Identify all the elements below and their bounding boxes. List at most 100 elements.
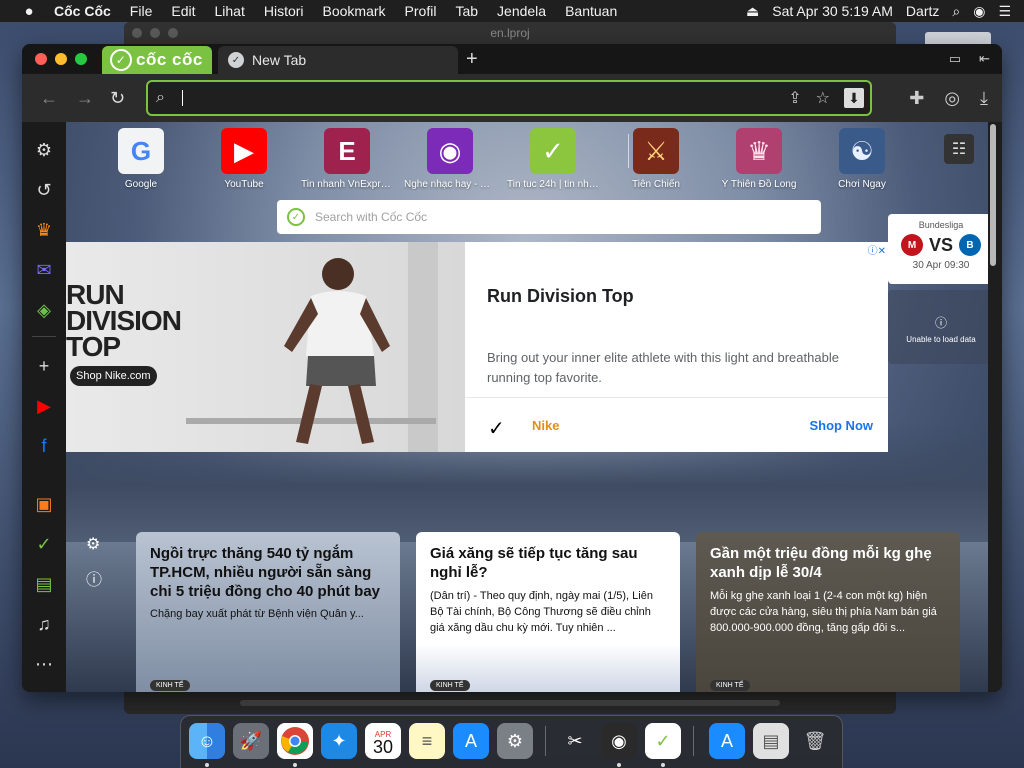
vertical-scrollbar[interactable] <box>990 124 996 266</box>
downloads-icon[interactable]: ⤓ <box>980 88 988 109</box>
shopping-bag-icon[interactable]: ▣ <box>32 492 56 516</box>
news-title[interactable]: Giá xăng sẽ tiếp tục tăng sau nghỉ lễ? <box>430 544 668 582</box>
coccoc-sidebar-icon[interactable]: ✓ <box>32 532 56 556</box>
spotlight-icon[interactable]: ⌕ <box>952 3 960 20</box>
settings-gear-icon[interactable]: ⚙ <box>32 138 56 162</box>
control-center-icon[interactable]: ☰ <box>998 3 1011 20</box>
more-options-icon[interactable]: ⋯ <box>32 652 56 676</box>
ad-brand[interactable]: Nike <box>532 418 559 433</box>
bookmark-star-icon[interactable]: ☆ <box>816 88 830 108</box>
messenger-icon[interactable]: ✉ <box>32 258 56 282</box>
menu-user[interactable]: Dartz <box>906 3 939 19</box>
horizontal-scrollbar[interactable] <box>240 700 780 706</box>
profile-icon[interactable]: ◎ <box>944 88 960 109</box>
menu-bookmark[interactable]: Bookmark <box>323 3 386 19</box>
window-controls <box>35 53 87 65</box>
chrome-icon[interactable] <box>277 723 313 759</box>
back-arrow-icon[interactable]: ⇤ <box>979 51 990 67</box>
text-caret <box>182 90 183 106</box>
search-box[interactable]: ✓ Search with Cốc Cốc <box>277 200 821 234</box>
back-button[interactable]: ← <box>40 88 58 109</box>
speed-dial-item[interactable]: ♛ Ỷ Thiên Đồ Long <box>713 128 805 190</box>
coccoc-dock-icon[interactable]: ✓ <box>645 723 681 759</box>
apple-menu-icon[interactable]: ● <box>18 3 40 20</box>
facebook-icon[interactable]: f <box>32 434 56 458</box>
trash-icon[interactable]: 🗑 <box>797 723 833 759</box>
menu-datetime[interactable]: Sat Apr 30 5:19 AM <box>772 3 893 19</box>
menu-tab[interactable]: Tab <box>455 3 478 19</box>
speed-dial-item[interactable]: ◉ Nghe nhạc hay - Tả... <box>404 128 496 190</box>
menu-history[interactable]: Histori <box>264 3 304 19</box>
speed-dial-icon: ◉ <box>427 128 473 174</box>
app-store-icon[interactable]: A <box>453 723 489 759</box>
ad-title[interactable]: Run Division Top <box>487 286 634 307</box>
launchpad-icon[interactable]: 🚀 <box>233 723 269 759</box>
browser-window: ✓ cốc cốc ✓ New Tab + ▭ ⇤ ← → ↻ ⌕ ⇪ ☆ ⬇ … <box>22 44 1002 692</box>
adchoices-icon[interactable]: ⓘ✕ <box>868 242 886 257</box>
forward-button[interactable]: → <box>76 88 94 109</box>
shop-now-button[interactable]: Shop Now <box>809 418 873 433</box>
menu-window[interactable]: Jendela <box>497 3 546 19</box>
system-preferences-icon[interactable]: ⚙ <box>497 723 533 759</box>
app-store-folder-icon[interactable]: A <box>709 723 745 759</box>
menu-help[interactable]: Bantuan <box>565 3 617 19</box>
nike-ad[interactable]: RUN DIVISION TOP Shop Nike.com ⓘ✕ Run Divi… <box>66 242 888 452</box>
news-title[interactable]: Gần một triệu đồng mỗi kg ghẹ xanh dịp l… <box>710 544 948 582</box>
speed-dial-item[interactable]: ☯ Chơi Ngay <box>816 128 908 190</box>
running-indicator <box>293 763 297 767</box>
new-tab-button[interactable]: + <box>466 49 478 69</box>
menu-app-name[interactable]: Cốc Cốc <box>54 3 111 19</box>
coccoc-brand-button[interactable]: ✓ cốc cốc <box>102 46 212 74</box>
save-page-icon[interactable]: ⬇ <box>844 88 864 108</box>
minimize-window-button[interactable] <box>55 53 67 65</box>
tab-new-tab[interactable]: ✓ New Tab <box>218 46 458 74</box>
speed-dial-item[interactable]: ✓ Tin tuc 24h | tin nha... <box>507 128 599 190</box>
document-icon[interactable]: ▤ <box>753 723 789 759</box>
safari-icon[interactable]: ✦ <box>321 723 357 759</box>
news-card[interactable]: Giá xăng sẽ tiếp tục tăng sau nghỉ lễ? (… <box>416 532 680 692</box>
youtube-icon[interactable]: ▶ <box>32 394 56 418</box>
speed-dial-item[interactable]: ⚔ Tiên Chiến <box>610 128 702 190</box>
eject-icon[interactable]: ⏏ <box>746 3 759 20</box>
speed-dial-item[interactable]: E Tin nhanh VnExpre... <box>301 128 393 190</box>
reader-icon[interactable]: ▤ <box>32 572 56 596</box>
url-input[interactable] <box>184 88 744 108</box>
shop-nike-pill[interactable]: Shop Nike.com <box>70 366 157 386</box>
finder-icon[interactable]: ☺ <box>189 723 225 759</box>
news-category: KINH TẾ <box>150 680 190 691</box>
instruments-icon[interactable]: ◉ <box>601 723 637 759</box>
news-settings-gear-icon[interactable]: ⚙ <box>86 534 102 554</box>
address-bar[interactable]: ⌕ ⇪ ☆ ⬇ <box>146 80 872 116</box>
ad-image-line-3: TOP <box>66 331 121 362</box>
history-icon[interactable]: ↺ <box>32 178 56 202</box>
crown-icon[interactable]: ♛ <box>32 218 56 242</box>
menu-profile[interactable]: Profil <box>405 3 437 19</box>
toolbar-right: ✚ ◎ ⤓ <box>909 88 988 109</box>
ad-image[interactable]: RUN DIVISION TOP Shop Nike.com <box>66 242 465 452</box>
calendar-icon[interactable]: APR 30 <box>365 723 401 759</box>
reload-button[interactable]: ↻ <box>110 88 125 109</box>
add-app-icon[interactable]: + <box>32 354 56 378</box>
running-indicator <box>617 763 621 767</box>
close-window-button[interactable] <box>35 53 47 65</box>
menu-file[interactable]: File <box>130 3 153 19</box>
bundesliga-widget[interactable]: Bundesliga M VS B 30 Apr 09:30 <box>888 214 988 284</box>
game-controller-icon[interactable]: ◈ <box>32 298 56 322</box>
news-info-icon[interactable]: ⓘ <box>86 566 102 590</box>
speed-dial-item[interactable]: ▶ YouTube <box>198 128 290 190</box>
news-card[interactable]: Gần một triệu đồng mỗi kg ghẹ xanh dịp l… <box>696 532 960 692</box>
menu-view[interactable]: Lihat <box>214 3 244 19</box>
notifications-bell-icon[interactable]: ♫ <box>32 612 56 636</box>
zoom-window-button[interactable] <box>75 53 87 65</box>
siri-icon[interactable]: ◉ <box>973 3 985 20</box>
notes-icon[interactable]: ≡ <box>409 723 445 759</box>
speed-dial-item[interactable]: G Google <box>95 128 187 190</box>
share-icon[interactable]: ⇪ <box>788 88 801 108</box>
tab-search-icon[interactable]: ▭ <box>949 51 961 67</box>
extensions-icon[interactable]: ✚ <box>909 88 924 109</box>
customize-settings-icon[interactable]: ☷ <box>944 134 974 164</box>
utility-icon[interactable]: ✂ <box>557 723 593 759</box>
menu-edit[interactable]: Edit <box>171 3 195 19</box>
news-title[interactable]: Ngồi trực thăng 540 tỷ ngắm TP.HCM, nhiề… <box>150 544 388 601</box>
news-card[interactable]: Ngồi trực thăng 540 tỷ ngắm TP.HCM, nhiề… <box>136 532 400 692</box>
